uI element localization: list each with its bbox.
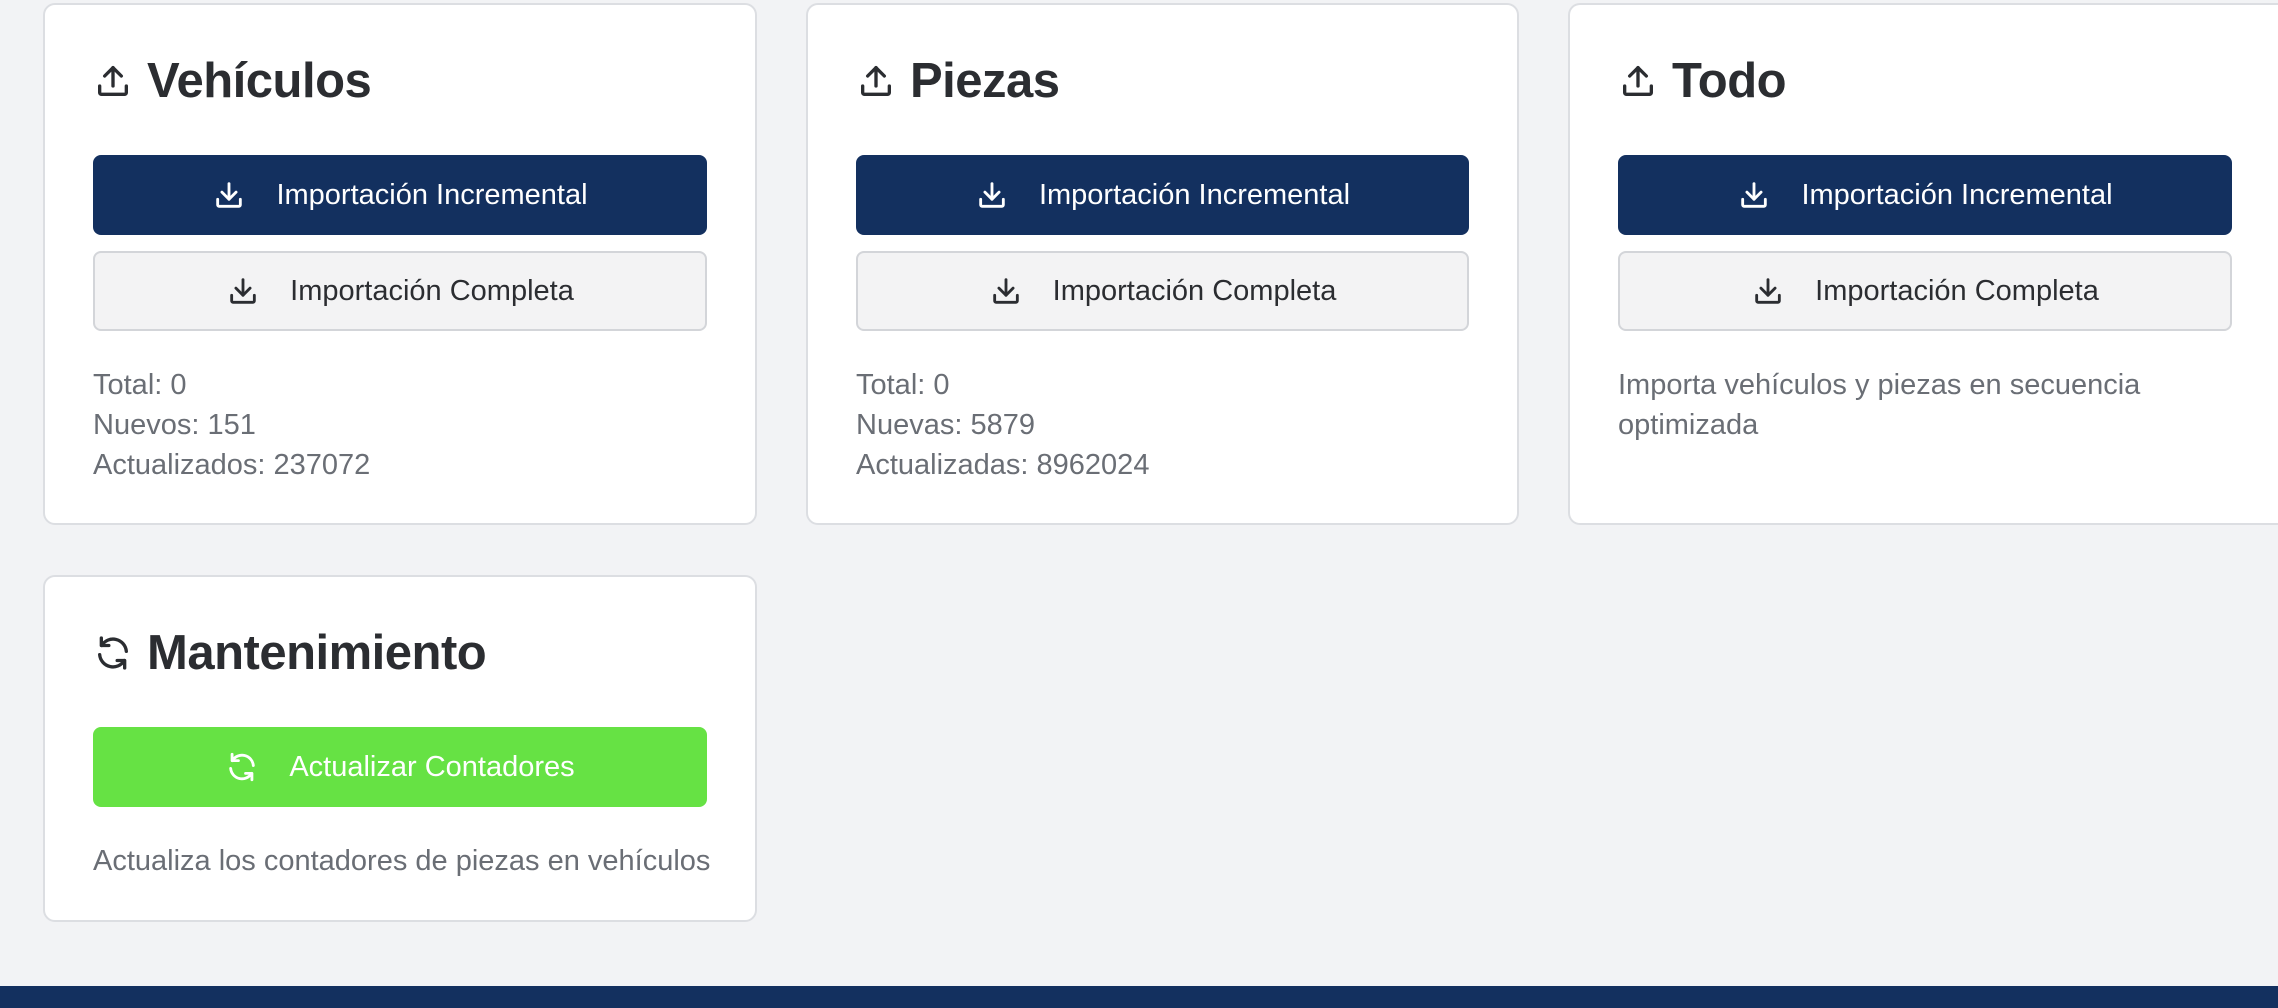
card-title: Todo <box>1672 54 1787 108</box>
incremental-import-button[interactable]: Importación Incremental <box>1618 155 2232 235</box>
import-stats: Total: 0 Nuevos: 151 Actualizados: 23707… <box>93 365 707 485</box>
footer-bar <box>0 986 2278 1008</box>
card-description: Importa vehículos y piezas en secuencia … <box>1618 369 2141 441</box>
card-title: Mantenimiento <box>147 626 487 680</box>
card-mantenimiento: Mantenimiento Actualizar Contadores Actu… <box>43 575 757 922</box>
download-icon <box>989 274 1023 308</box>
download-icon <box>1751 274 1785 308</box>
download-icon <box>975 178 1009 212</box>
complete-import-label: Importación Completa <box>1052 274 1337 307</box>
complete-import-label: Importación Completa <box>290 274 574 307</box>
incremental-import-label: Importación Incremental <box>1801 178 2113 211</box>
download-icon <box>1737 178 1771 212</box>
stat-new: Nuevas: 5879 <box>856 409 1035 441</box>
complete-import-button[interactable]: Importación Completa <box>1618 251 2232 331</box>
card-todo: Todo Importación Incremental Importación… <box>1568 3 2278 525</box>
card-piezas: Piezas Importación Incremental Importaci… <box>806 3 1519 525</box>
incremental-import-button[interactable]: Importación Incremental <box>93 155 707 235</box>
refresh-icon <box>93 633 133 673</box>
refresh-icon <box>225 750 259 784</box>
stat-total: Total: 0 <box>93 369 187 401</box>
upload-icon <box>1618 61 1658 101</box>
download-icon <box>212 178 246 212</box>
card-header: Piezas <box>856 49 1469 113</box>
complete-import-label: Importación Completa <box>1815 274 2099 307</box>
card-header: Vehículos <box>93 49 707 113</box>
update-counters-button[interactable]: Actualizar Contadores <box>93 727 707 807</box>
complete-import-button[interactable]: Importación Completa <box>93 251 707 331</box>
download-icon <box>226 274 260 308</box>
incremental-import-label: Importación Incremental <box>1038 178 1351 211</box>
upload-icon <box>93 61 133 101</box>
stat-updated: Actualizadas: 8962024 <box>856 449 1150 481</box>
card-vehiculos: Vehículos Importación Incremental Import… <box>43 3 757 525</box>
upload-icon <box>856 61 896 101</box>
card-title: Piezas <box>910 54 1060 108</box>
update-counters-label: Actualizar Contadores <box>289 750 575 783</box>
card-description: Actualiza los contadores de piezas en ve… <box>93 845 711 877</box>
import-stats: Total: 0 Nuevas: 5879 Actualizadas: 8962… <box>856 365 1469 485</box>
stat-updated: Actualizados: 237072 <box>93 449 371 481</box>
complete-import-button[interactable]: Importación Completa <box>856 251 1469 331</box>
incremental-import-label: Importación Incremental <box>276 178 588 211</box>
card-header: Todo <box>1618 49 2232 113</box>
card-header: Mantenimiento <box>93 621 707 685</box>
stat-new: Nuevos: 151 <box>93 409 256 441</box>
card-title: Vehículos <box>147 54 372 108</box>
stat-total: Total: 0 <box>856 369 950 401</box>
incremental-import-button[interactable]: Importación Incremental <box>856 155 1469 235</box>
